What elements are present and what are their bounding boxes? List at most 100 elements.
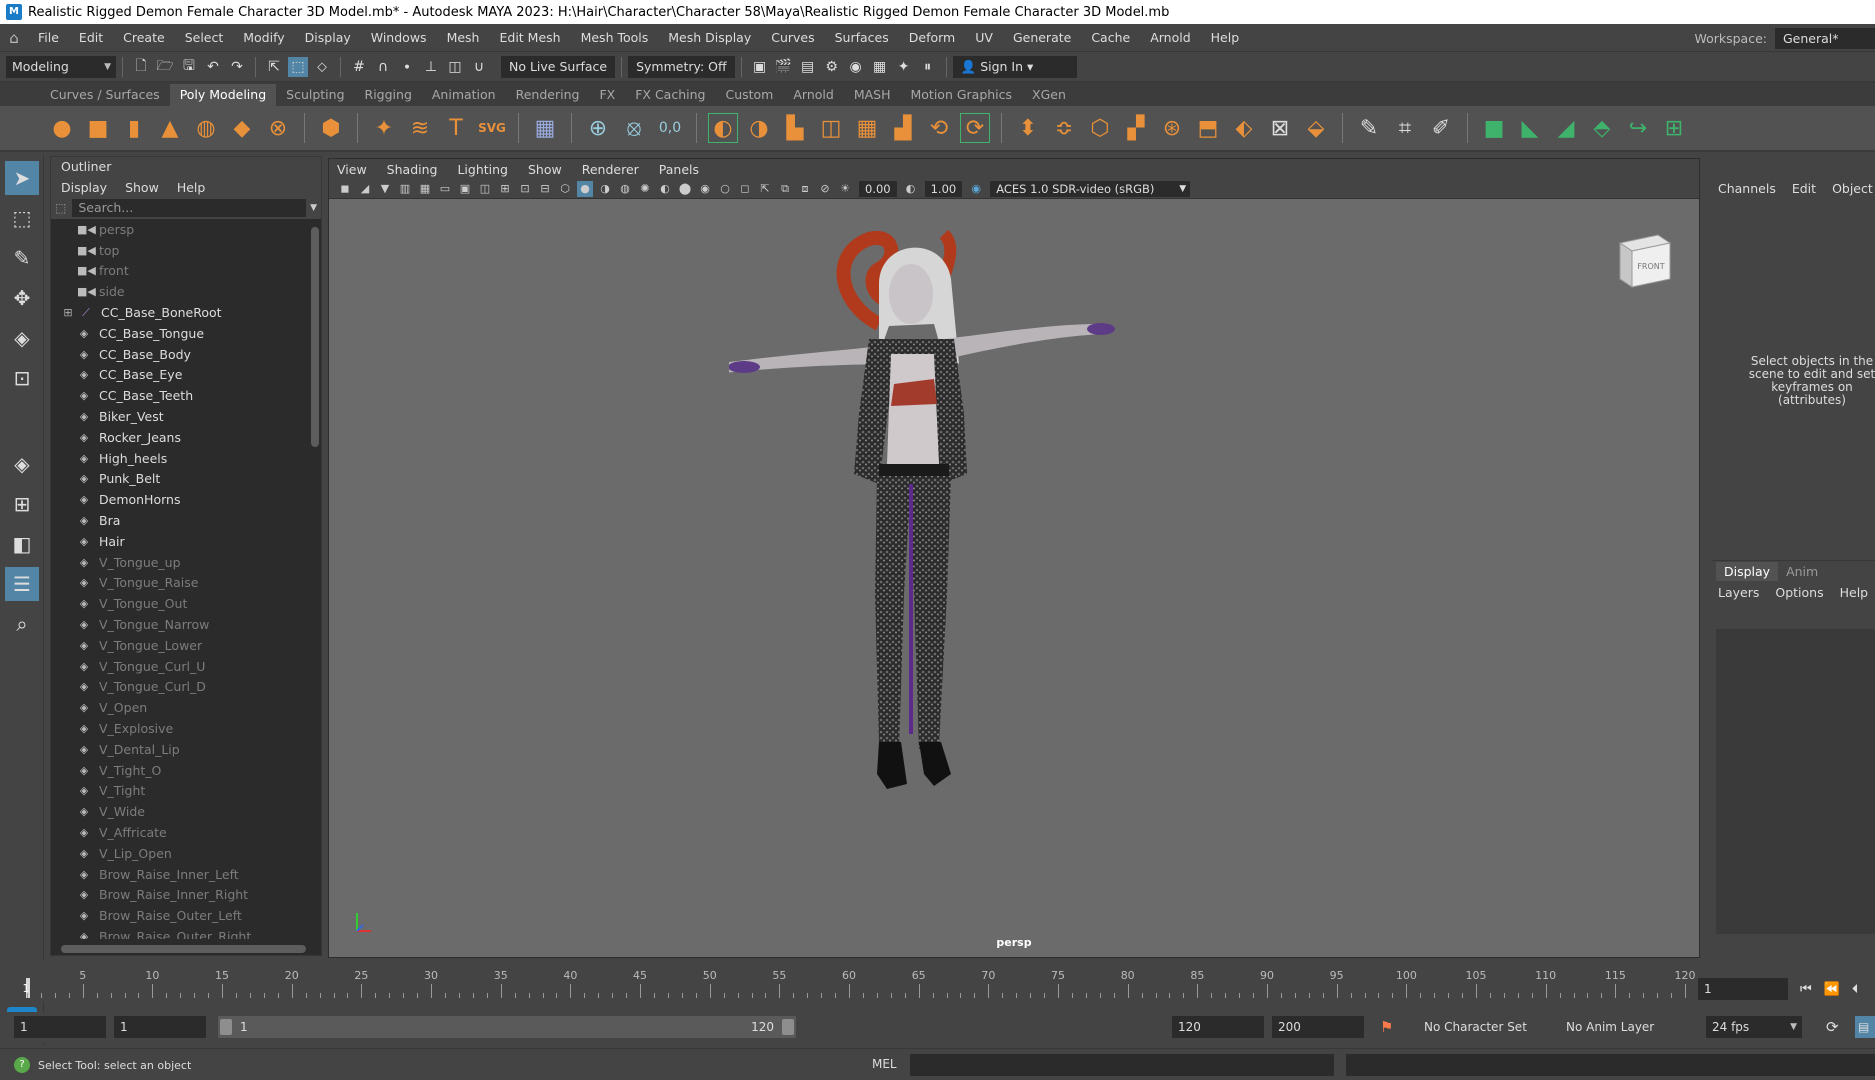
select-objects-icon[interactable]: ⬚ — [288, 56, 308, 77]
uv-coords-icon[interactable]: 0,0 — [655, 113, 685, 143]
step-back-frame-icon[interactable]: ⏴ — [1852, 982, 1859, 997]
layer-menu-help[interactable]: Help — [1840, 585, 1869, 600]
outliner-item[interactable]: ◈ CC_Base_Body — [51, 344, 307, 365]
safe-title-icon[interactable]: ⊟ — [537, 181, 553, 197]
textured-icon[interactable]: ◍ — [617, 181, 633, 197]
shelf-tab-fx-caching[interactable]: FX Caching — [625, 84, 716, 106]
live-surface-field[interactable]: No Live Surface — [501, 55, 616, 78]
render-settings-icon[interactable]: ⚙ — [822, 57, 842, 77]
remesh-icon[interactable]: ⟳ — [960, 113, 990, 143]
menu-windows[interactable]: Windows — [361, 30, 437, 45]
shelf-tab-animation[interactable]: Animation — [421, 84, 506, 106]
shelf-tab-curves-surfaces[interactable]: Curves / Surfaces — [40, 84, 170, 106]
shelf-tab-rigging[interactable]: Rigging — [354, 84, 422, 106]
menu-mesh[interactable]: Mesh — [437, 30, 490, 45]
gate-mask-icon[interactable]: ◫ — [477, 181, 493, 197]
multi-cut-icon[interactable]: ✎ — [1354, 113, 1384, 143]
poly-cone-icon[interactable]: ▲ — [155, 113, 185, 143]
bevel-grid-icon[interactable]: ▦ — [852, 113, 882, 143]
super-shape-icon[interactable]: ✦ — [369, 113, 399, 143]
image-plane-icon[interactable]: ▥ — [397, 181, 413, 197]
outliner-item[interactable]: ◈ High_heels — [51, 448, 307, 469]
collapse-icon[interactable]: ⬖ — [1229, 113, 1259, 143]
bridge-icon[interactable]: ≎ — [1049, 113, 1079, 143]
anim-prefs-icon[interactable]: ▤ — [1855, 1016, 1875, 1038]
poly-cylinder-icon[interactable]: ▮ — [119, 113, 149, 143]
outliner-item[interactable]: ◈ Bra — [51, 510, 307, 531]
wireframe-icon[interactable]: ⬡ — [557, 181, 573, 197]
undo-icon[interactable]: ↶ — [203, 57, 223, 77]
menu-modify[interactable]: Modify — [233, 30, 294, 45]
open-scene-icon[interactable]: 🗁 — [155, 57, 175, 77]
film-gate-icon[interactable]: ▭ — [437, 181, 453, 197]
outliner-item[interactable]: ◈ Hair — [51, 531, 307, 552]
outliner-item[interactable]: ◈ V_Tongue_Raise — [51, 573, 307, 594]
expand-icon[interactable]: ⊞ — [61, 306, 75, 319]
viewport-menu-panels[interactable]: Panels — [659, 162, 699, 177]
move-tool-icon[interactable]: ✥ — [5, 281, 39, 315]
layer-list[interactable] — [1716, 629, 1875, 934]
save-scene-icon[interactable]: 🖫 — [179, 57, 199, 77]
menu-file[interactable]: File — [28, 30, 69, 45]
outliner-item[interactable]: ■◀ persp — [51, 219, 307, 240]
menu-mesh-tools[interactable]: Mesh Tools — [571, 30, 659, 45]
outliner-item[interactable]: ◈ CC_Base_Eye — [51, 365, 307, 386]
isolate-select-icon[interactable]: ⇱ — [757, 181, 773, 197]
ipr-render-icon[interactable]: ▤ — [798, 57, 818, 77]
harden-edge-icon[interactable]: ◢ — [1551, 113, 1581, 143]
range-bar[interactable]: 1 120 — [218, 1016, 796, 1038]
outliner-horizontal-scrollbar[interactable] — [61, 945, 306, 953]
symmetry-field[interactable]: Symmetry: Off — [628, 55, 735, 78]
character-set-dropdown[interactable]: No Character Set — [1418, 1016, 1548, 1038]
outliner-item[interactable]: ◈ CC_Base_Teeth — [51, 385, 307, 406]
hypershade-icon[interactable]: ◉ — [846, 57, 866, 77]
poly-cube-icon[interactable]: ■ — [83, 113, 113, 143]
outliner-item[interactable]: ◈ V_Open — [51, 697, 307, 718]
outliner-item[interactable]: ◈ CC_Base_Tongue — [51, 323, 307, 344]
outliner-item[interactable]: ◈ V_Tongue_Curl_U — [51, 656, 307, 677]
redo-icon[interactable]: ↷ — [227, 57, 247, 77]
paint-select-icon[interactable]: ✎ — [5, 241, 39, 275]
pause-render-icon[interactable]: ⏸ — [918, 57, 938, 77]
outliner-item[interactable]: ◈ V_Tight — [51, 781, 307, 802]
menu-cache[interactable]: Cache — [1081, 30, 1140, 45]
append-icon[interactable]: ▞ — [1121, 113, 1151, 143]
layer-tab-anim[interactable]: Anim — [1778, 562, 1826, 581]
snap-point-icon[interactable]: ∙ — [397, 57, 417, 77]
search-dropdown-icon[interactable]: ▼ — [310, 203, 317, 213]
menu-set-dropdown[interactable]: Modeling — [6, 55, 116, 78]
outliner-item[interactable]: ⊞ ⟋ CC_Base_BoneRoot — [51, 302, 307, 323]
layer-tab-display[interactable]: Display — [1716, 562, 1779, 581]
bool-icon[interactable]: ▟ — [888, 113, 918, 143]
anti-alias-icon[interactable]: ○ — [717, 181, 733, 197]
split-pane-icon[interactable]: ◧ — [5, 527, 39, 561]
color-management-icon[interactable]: ◉ — [968, 181, 984, 197]
snap-surface-icon[interactable]: ◫ — [445, 57, 465, 77]
xray-joints-icon[interactable]: ⧈ — [797, 181, 813, 197]
menu-display[interactable]: Display — [295, 30, 361, 45]
shelf-tab-mash[interactable]: MASH — [843, 84, 901, 106]
viewport-menu-renderer[interactable]: Renderer — [582, 162, 639, 177]
go-to-start-icon[interactable]: ⏮ — [1800, 982, 1812, 997]
range-start-handle[interactable] — [220, 1019, 232, 1035]
mirror-icon[interactable]: ◫ — [816, 113, 846, 143]
sweep-mesh-icon[interactable]: ≋ — [405, 113, 435, 143]
render-frame-icon[interactable]: 🎬 — [774, 57, 794, 77]
poly-disc-icon[interactable]: ⊗ — [263, 113, 293, 143]
character-model[interactable] — [729, 214, 1249, 924]
new-scene-icon[interactable]: 🗋 — [131, 57, 151, 77]
menu-curves[interactable]: Curves — [761, 30, 824, 45]
shelf-tab-poly-modeling[interactable]: Poly Modeling — [169, 84, 277, 106]
normals-icon[interactable]: ■ — [1479, 113, 1509, 143]
current-frame-field[interactable]: 1 — [1698, 978, 1788, 1000]
layer-menu-options[interactable]: Options — [1775, 585, 1823, 600]
poly-torus-icon[interactable]: ◍ — [191, 113, 221, 143]
menu-surfaces[interactable]: Surfaces — [825, 30, 899, 45]
fill-hole-icon[interactable]: ⊛ — [1157, 113, 1187, 143]
script-language-label[interactable]: MEL — [872, 1057, 897, 1071]
outliner-item[interactable]: ◈ V_Dental_Lip — [51, 739, 307, 760]
outliner-item[interactable]: ◈ V_Wide — [51, 801, 307, 822]
exposure-field[interactable]: 0.00 — [859, 180, 897, 197]
four-pane-icon[interactable]: ⊞ — [5, 487, 39, 521]
outliner-item[interactable]: ◈ Brow_Raise_Inner_Left — [51, 864, 307, 885]
